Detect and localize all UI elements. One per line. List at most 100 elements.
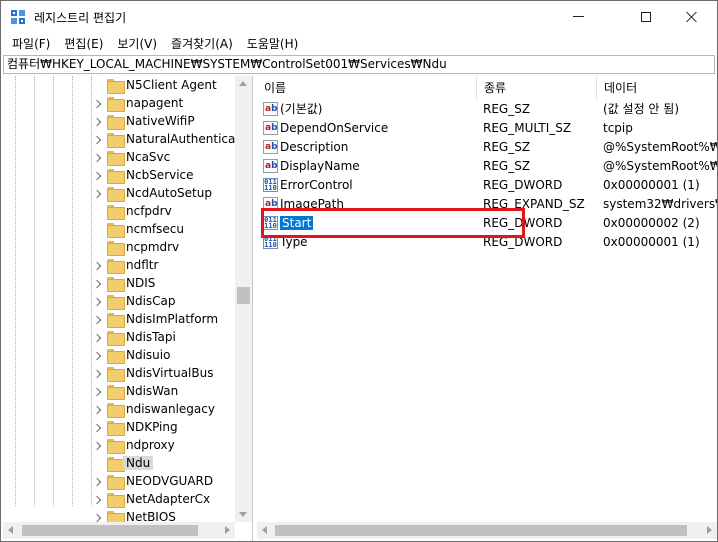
- tree-item-label: NetAdapterCx: [126, 492, 211, 506]
- scroll-right-icon[interactable]: [225, 526, 230, 534]
- value-row[interactable]: ab DependOnService REG_MULTI_SZ tcpip: [257, 119, 717, 138]
- chevron-right-icon[interactable]: [93, 315, 101, 325]
- tree-item-label: NcaSvc: [126, 150, 171, 164]
- tree-item[interactable]: NdisWan: [3, 383, 235, 401]
- value-data: @%SystemRoot%₩sy: [603, 140, 717, 154]
- tree-item[interactable]: NativeWifiP: [3, 113, 235, 131]
- maximize-button[interactable]: [623, 1, 669, 32]
- chevron-right-icon[interactable]: [93, 117, 101, 127]
- value-name: ErrorControl: [280, 176, 470, 195]
- folder-icon: [107, 169, 125, 184]
- ab-icon: ab: [263, 121, 278, 135]
- tree-item[interactable]: napagent: [3, 95, 235, 113]
- tree-item[interactable]: NdisImPlatform: [3, 311, 235, 329]
- value-data: (값 설정 안 됨): [603, 102, 680, 116]
- values-list-pane[interactable]: 이름 종류 데이터 ab (기본값) REG_SZ (값 설정 안 됨) ab Depen…: [257, 76, 717, 541]
- value-data: tcpip: [603, 121, 633, 135]
- tree-item[interactable]: NEODVGUARD: [3, 473, 235, 491]
- tree-horizontal-scrollbar[interactable]: [3, 522, 235, 539]
- tree-item[interactable]: ndproxy: [3, 437, 235, 455]
- scroll-right-icon[interactable]: [707, 526, 712, 534]
- value-row[interactable]: 011 110 Type REG_DWORD 0x00000001 (1): [257, 233, 717, 252]
- chevron-right-icon[interactable]: [93, 297, 101, 307]
- tree-item[interactable]: NdisTapi: [3, 329, 235, 347]
- chevron-right-icon[interactable]: [93, 387, 101, 397]
- tree-item[interactable]: ndfltr: [3, 257, 235, 275]
- chevron-right-icon[interactable]: [93, 495, 101, 505]
- list-horizontal-scrollbar[interactable]: [257, 522, 717, 539]
- chevron-right-icon[interactable]: [93, 135, 101, 145]
- folder-icon: [107, 223, 125, 238]
- chevron-right-icon[interactable]: [93, 279, 101, 289]
- chevron-right-icon[interactable]: [93, 441, 101, 451]
- tree-item[interactable]: ncmfsecu: [3, 221, 235, 239]
- close-button[interactable]: [669, 1, 715, 32]
- value-data: @%SystemRoot%₩sy: [603, 159, 717, 173]
- chevron-right-icon[interactable]: [93, 423, 101, 433]
- value-row[interactable]: 011 110 ErrorControl REG_DWORD 0x00000001 (1…: [257, 176, 717, 195]
- tree-item[interactable]: NDKPing: [3, 419, 235, 437]
- title-bar[interactable]: 레지스트리 편집기: [1, 1, 717, 32]
- scroll-down-icon[interactable]: [239, 512, 247, 517]
- tree-item[interactable]: ncfpdrv: [3, 203, 235, 221]
- value-row[interactable]: abDisplayName REG_SZ @%SystemRoot%₩sy: [257, 157, 717, 176]
- tree-item-label: NaturalAuthenticatio: [126, 132, 251, 146]
- address-bar[interactable]: 컴퓨터₩HKEY_LOCAL_MACHINE₩SYSTEM₩ControlSet…: [3, 55, 715, 74]
- chevron-right-icon[interactable]: [93, 153, 101, 163]
- key-tree-pane[interactable]: N5Client Agent napagent NativeWifiP Natural…: [3, 76, 253, 541]
- scroll-left-icon[interactable]: [8, 526, 13, 534]
- scroll-thumb[interactable]: [22, 525, 198, 536]
- tree-item-label: NcbService: [126, 168, 194, 182]
- column-header-type[interactable]: 종류: [477, 76, 597, 100]
- tree-item[interactable]: NDIS: [3, 275, 235, 293]
- value-data: 0x00000002 (2): [603, 216, 700, 230]
- chevron-right-icon[interactable]: [93, 333, 101, 343]
- chevron-right-icon[interactable]: [93, 351, 101, 361]
- minimize-button[interactable]: [555, 1, 601, 32]
- value-row[interactable]: ab (기본값) REG_SZ (값 설정 안 됨): [257, 100, 717, 119]
- chevron-right-icon[interactable]: [93, 171, 101, 181]
- tree-item[interactable]: NdisVirtualBus: [3, 365, 235, 383]
- value-name-text: ImagePath: [280, 197, 344, 211]
- menu-file[interactable]: 파일(F): [5, 35, 57, 52]
- tree-item[interactable]: ndiswanlegacy: [3, 401, 235, 419]
- menu-favorites[interactable]: 즐겨찾기(A): [164, 35, 240, 52]
- tree-item-label: NativeWifiP: [126, 114, 195, 128]
- tree-item[interactable]: Ndisuio: [3, 347, 235, 365]
- chevron-right-icon[interactable]: [93, 405, 101, 415]
- ab-icon: ab: [263, 159, 278, 173]
- scroll-thumb[interactable]: [237, 287, 250, 304]
- tree-item[interactable]: NcdAutoSetup: [3, 185, 235, 203]
- value-name-text: Description: [280, 140, 349, 154]
- tree-item[interactable]: NetAdapterCx: [3, 491, 235, 509]
- chevron-right-icon[interactable]: [93, 99, 101, 109]
- tree-vertical-scrollbar[interactable]: [235, 76, 252, 522]
- value-type: REG_MULTI_SZ: [483, 121, 572, 135]
- tree-item[interactable]: NcbService: [3, 167, 235, 185]
- chevron-right-icon[interactable]: [93, 369, 101, 379]
- chevron-right-icon[interactable]: [93, 261, 101, 271]
- tree-item[interactable]: NaturalAuthenticatio: [3, 131, 251, 149]
- scroll-thumb[interactable]: [275, 525, 687, 536]
- window-title: 레지스트리 편집기: [34, 11, 127, 25]
- chevron-right-icon[interactable]: [93, 477, 101, 487]
- tree-item[interactable]: NcaSvc: [3, 149, 235, 167]
- column-header-data[interactable]: 데이터: [597, 76, 717, 100]
- menu-view[interactable]: 보기(V): [110, 35, 164, 52]
- tree-item-label: Ndisuio: [126, 348, 171, 362]
- tree-item[interactable]: NdisCap: [3, 293, 235, 311]
- scroll-left-icon[interactable]: [262, 526, 267, 534]
- value-row[interactable]: 011 110 Start REG_DWORD 0x00000002 (2): [257, 214, 717, 233]
- scroll-up-icon[interactable]: [239, 81, 247, 86]
- tree-item[interactable]: ncpmdrv: [3, 239, 235, 257]
- chevron-right-icon[interactable]: [93, 189, 101, 199]
- menu-help[interactable]: 도움말(H): [240, 35, 306, 52]
- value-row[interactable]: abDescription REG_SZ @%SystemRoot%₩sy: [257, 138, 717, 157]
- menu-edit[interactable]: 편집(E): [57, 35, 110, 52]
- value-row[interactable]: ab ImagePath REG_EXPAND_SZ system32₩drivers…: [257, 195, 717, 214]
- value-name: Type: [280, 233, 470, 252]
- tree-item-label: NdisVirtualBus: [126, 366, 214, 380]
- tree-item[interactable]: N5Client Agent: [3, 77, 235, 95]
- column-header-name[interactable]: 이름: [257, 76, 477, 100]
- tree-item[interactable]: Ndu: [3, 455, 235, 473]
